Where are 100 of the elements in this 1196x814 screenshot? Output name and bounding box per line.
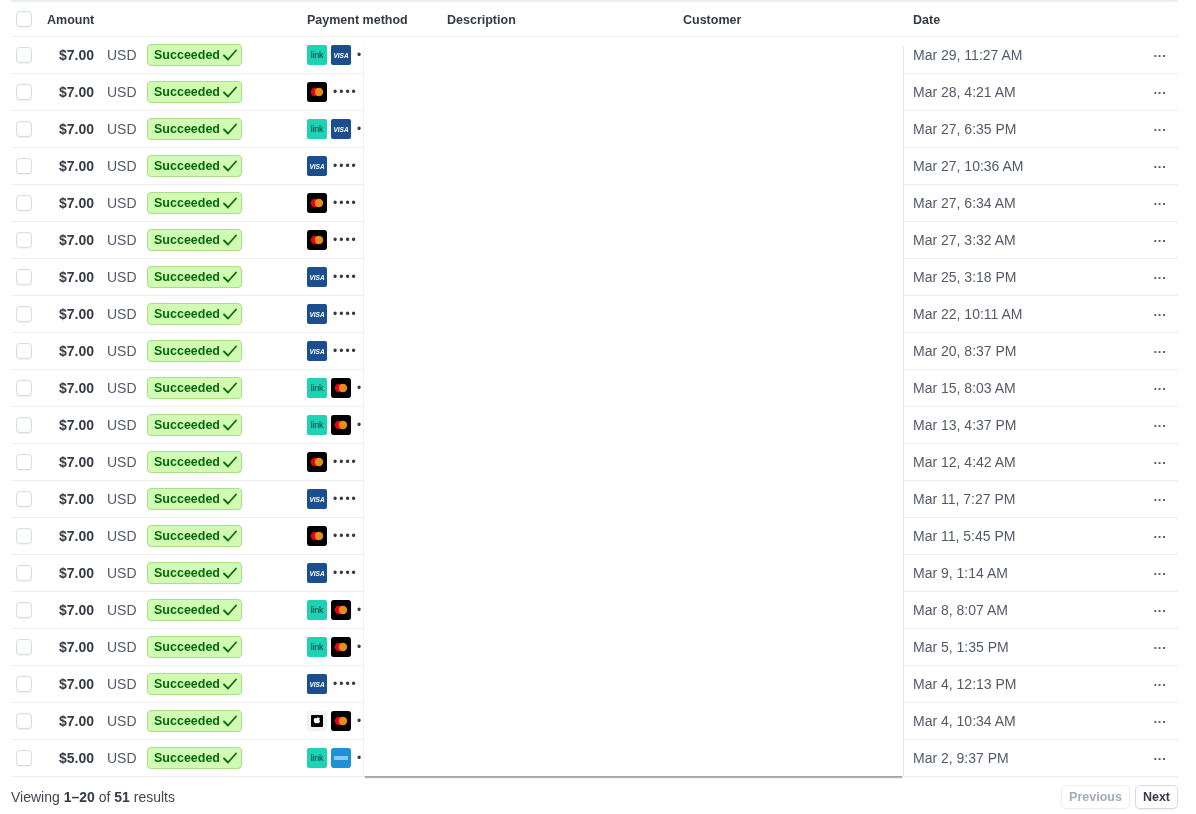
card-circles-icon [307, 230, 327, 250]
currency-text: USD [107, 602, 137, 618]
date-text: Mar 27, 10:36 AM [913, 158, 1024, 174]
card-circles-icon [331, 415, 351, 435]
currency-text: USD [107, 195, 137, 211]
more-button[interactable]: ··· [1151, 750, 1169, 766]
row-checkbox[interactable] [16, 84, 32, 100]
amount-text: $7.00 [58, 380, 94, 396]
row-checkbox[interactable] [16, 343, 32, 359]
status-badge: Succeeded [147, 266, 242, 288]
status-badge: Succeeded [147, 451, 242, 473]
more-button[interactable]: ··· [1151, 343, 1169, 359]
status-badge: Succeeded [147, 747, 242, 769]
check-icon [223, 715, 237, 727]
status-badge: Succeeded [147, 414, 242, 436]
date-text: Mar 9, 1:14 AM [913, 565, 1008, 581]
more-button[interactable]: ··· [1151, 713, 1169, 729]
link-logo: link [307, 378, 327, 398]
row-checkbox[interactable] [16, 750, 32, 766]
currency-text: USD [107, 121, 137, 137]
more-button[interactable]: ··· [1151, 639, 1169, 655]
row-checkbox[interactable] [16, 232, 32, 248]
currency-text: USD [107, 47, 137, 63]
row-checkbox[interactable] [16, 306, 32, 322]
row-checkbox[interactable] [16, 454, 32, 470]
amount-text: $5.00 [58, 750, 94, 766]
date-text: Mar 11, 7:27 PM [913, 491, 1016, 507]
amount-text: $7.00 [58, 417, 94, 433]
more-button[interactable]: ··· [1151, 232, 1169, 248]
check-icon [223, 641, 237, 653]
row-checkbox[interactable] [16, 47, 32, 63]
row-checkbox[interactable] [16, 417, 32, 433]
currency-text: USD [107, 454, 137, 470]
card-circles-icon [331, 637, 351, 657]
check-icon [223, 49, 237, 61]
more-button[interactable]: ··· [1151, 565, 1169, 581]
currency-text: USD [107, 750, 137, 766]
masked-card-number: • [357, 122, 364, 136]
currency-text: USD [107, 380, 137, 396]
column-header: Description [447, 13, 516, 27]
row-checkbox[interactable] [16, 491, 32, 507]
amount-text: $7.00 [58, 47, 94, 63]
select-all-checkbox[interactable] [16, 11, 32, 27]
apple-icon [307, 711, 327, 731]
currency-text: USD [107, 306, 137, 322]
more-button[interactable]: ··· [1151, 121, 1169, 137]
masked-card-number: •••• [333, 233, 358, 247]
row-checkbox[interactable] [16, 158, 32, 174]
card-circles-icon [307, 82, 327, 102]
more-button[interactable]: ··· [1151, 195, 1169, 211]
row-checkbox[interactable] [16, 602, 32, 618]
more-button[interactable]: ··· [1151, 417, 1169, 433]
column-header: Payment method [307, 13, 408, 27]
currency-text: USD [107, 158, 137, 174]
amount-text: $7.00 [58, 269, 94, 285]
masked-card-number: •••• [333, 455, 358, 469]
row-checkbox[interactable] [16, 565, 32, 581]
currency-text: USD [107, 269, 137, 285]
row-checkbox[interactable] [16, 528, 32, 544]
amount-text: $7.00 [58, 195, 94, 211]
amount-text: $7.00 [58, 565, 94, 581]
more-button[interactable]: ··· [1151, 269, 1169, 285]
more-button[interactable]: ··· [1151, 306, 1169, 322]
status-badge: Succeeded [147, 636, 242, 658]
row-checkbox[interactable] [16, 195, 32, 211]
masked-card-number: • [357, 751, 364, 765]
link-logo: link [307, 119, 327, 139]
amount-text: $7.00 [58, 232, 94, 248]
masked-card-number: • [357, 48, 364, 62]
more-button[interactable]: ··· [1151, 47, 1169, 63]
more-button[interactable]: ··· [1151, 84, 1169, 100]
status-badge: Succeeded [147, 229, 242, 251]
date-text: Mar 20, 8:37 PM [913, 343, 1017, 359]
row-checkbox[interactable] [16, 639, 32, 655]
check-icon [223, 197, 237, 209]
pagination-button[interactable]: Next [1134, 785, 1178, 809]
more-button[interactable]: ··· [1151, 528, 1169, 544]
check-icon [223, 86, 237, 98]
date-text: Mar 22, 10:11 AM [913, 306, 1023, 322]
row-checkbox[interactable] [16, 676, 32, 692]
row-checkbox[interactable] [16, 713, 32, 729]
row-checkbox[interactable] [16, 121, 32, 137]
status-badge: Succeeded [147, 303, 242, 325]
more-button[interactable]: ··· [1151, 602, 1169, 618]
row-checkbox[interactable] [16, 380, 32, 396]
more-button[interactable]: ··· [1151, 491, 1169, 507]
row-checkbox[interactable] [16, 269, 32, 285]
amount-text: $7.00 [58, 306, 94, 322]
check-icon [223, 530, 237, 542]
currency-text: USD [107, 232, 137, 248]
link-logo: link [307, 637, 327, 657]
more-button[interactable]: ··· [1151, 676, 1169, 692]
more-button[interactable]: ··· [1151, 380, 1169, 396]
status-badge: Succeeded [147, 599, 242, 621]
check-icon [223, 493, 237, 505]
card-circles-icon [307, 526, 327, 546]
currency-text: USD [107, 343, 137, 359]
masked-card-number: •••• [333, 566, 358, 580]
more-button[interactable]: ··· [1151, 158, 1169, 174]
more-button[interactable]: ··· [1151, 454, 1169, 470]
